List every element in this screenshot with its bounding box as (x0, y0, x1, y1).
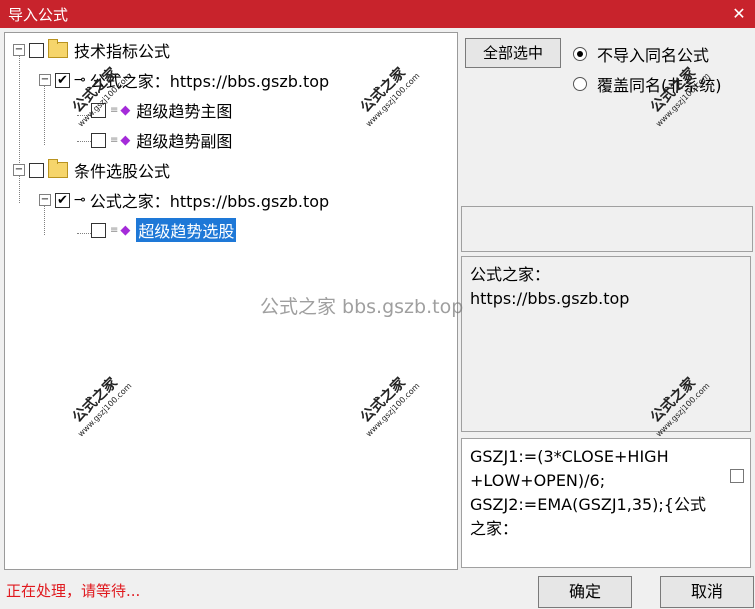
info-line: 公式之家： (470, 265, 551, 284)
tree-node-item[interactable]: ≡ ◆ 超级趋势主图 (91, 99, 232, 121)
collapse-icon[interactable]: − (13, 164, 25, 176)
cancel-button[interactable]: 取消 (660, 576, 754, 608)
gem-icon: ◆ (120, 222, 131, 238)
node-label: 公式之家：https://bbs.gszb.top (89, 192, 330, 211)
node-checkbox[interactable] (91, 102, 106, 118)
node-label: 公式之家：https://bbs.gszb.top (89, 72, 330, 91)
tree-line (77, 115, 91, 116)
formula-icon: ≡ (110, 224, 119, 236)
folder-icon (48, 39, 68, 58)
tree-line (44, 85, 45, 145)
code-checkbox[interactable] (730, 469, 744, 483)
tree-line (77, 233, 91, 234)
radio-button[interactable] (573, 47, 587, 61)
tree-node-source-1[interactable]: − ✔ ⊸ 公式之家：https://bbs.gszb.top (39, 69, 329, 91)
radio-button[interactable] (573, 77, 587, 91)
select-all-button[interactable]: 全部选中 (465, 38, 561, 68)
info-line: https://bbs.gszb.top (470, 289, 630, 308)
tree-node-source-2[interactable]: − ✔ ⊸ 公式之家：https://bbs.gszb.top (39, 189, 329, 211)
formula-icon: ≡ (110, 134, 119, 146)
ok-button[interactable]: 确定 (538, 576, 632, 608)
node-checkbox[interactable] (29, 42, 44, 58)
node-label: 条件选股公式 (74, 162, 171, 181)
gem-icon: ◆ (120, 102, 131, 118)
formula-code-panel[interactable]: GSZJ1:=(3*CLOSE+HIGH +LOW+OPEN)/6; GSZJ2… (461, 438, 751, 568)
radio-skip-duplicates[interactable]: 不导入同名公式 (573, 42, 709, 66)
radio-label: 不导入同名公式 (597, 46, 710, 65)
folder-icon (48, 159, 68, 178)
window-title: 导入公式 (8, 6, 69, 24)
tree-node-technical[interactable]: − 技术指标公式 (13, 39, 170, 61)
tree-node-item[interactable]: ≡ ◆ 超级趋势副图 (91, 129, 232, 151)
node-checkbox[interactable] (29, 162, 44, 178)
formula-code: GSZJ1:=(3*CLOSE+HIGH +LOW+OPEN)/6; GSZJ2… (470, 447, 706, 538)
node-checkbox[interactable]: ✔ (55, 192, 70, 208)
radio-overwrite-duplicates[interactable]: 覆盖同名(非系统) (573, 72, 722, 96)
gem-icon: ◆ (120, 132, 131, 148)
tree-node-item-selected[interactable]: ≡ ◆ 超级趋势选股 (91, 218, 237, 242)
formula-icon: ≡ (110, 104, 119, 116)
node-checkbox[interactable]: ✔ (55, 72, 70, 88)
collapse-icon[interactable]: − (39, 74, 51, 86)
radio-label: 覆盖同名(非系统) (597, 76, 722, 95)
node-label: 超级趋势副图 (136, 132, 233, 151)
title-bar: 导入公式 ✕ (0, 0, 755, 28)
node-label: 超级趋势主图 (136, 102, 233, 121)
tree-line (19, 55, 20, 167)
node-checkbox[interactable] (91, 222, 106, 238)
node-label: 超级趋势选股 (136, 218, 237, 242)
formula-tree[interactable]: − 技术指标公式 − ✔ ⊸ 公式之家：https://bbs.gszb.top… (4, 32, 458, 570)
tree-node-screening[interactable]: − 条件选股公式 (13, 159, 170, 181)
node-label: 技术指标公式 (74, 42, 171, 61)
node-checkbox[interactable] (91, 132, 106, 148)
close-button[interactable]: ✕ (729, 4, 749, 24)
status-text: 正在处理，请等待... (6, 582, 141, 600)
source-info-panel: 公式之家： https://bbs.gszb.top (461, 256, 751, 432)
collapse-icon[interactable]: − (13, 44, 25, 56)
description-field (461, 206, 753, 252)
key-icon: ⊸ (74, 192, 86, 208)
tree-line (77, 141, 91, 142)
collapse-icon[interactable]: − (39, 194, 51, 206)
key-icon: ⊸ (74, 72, 86, 88)
